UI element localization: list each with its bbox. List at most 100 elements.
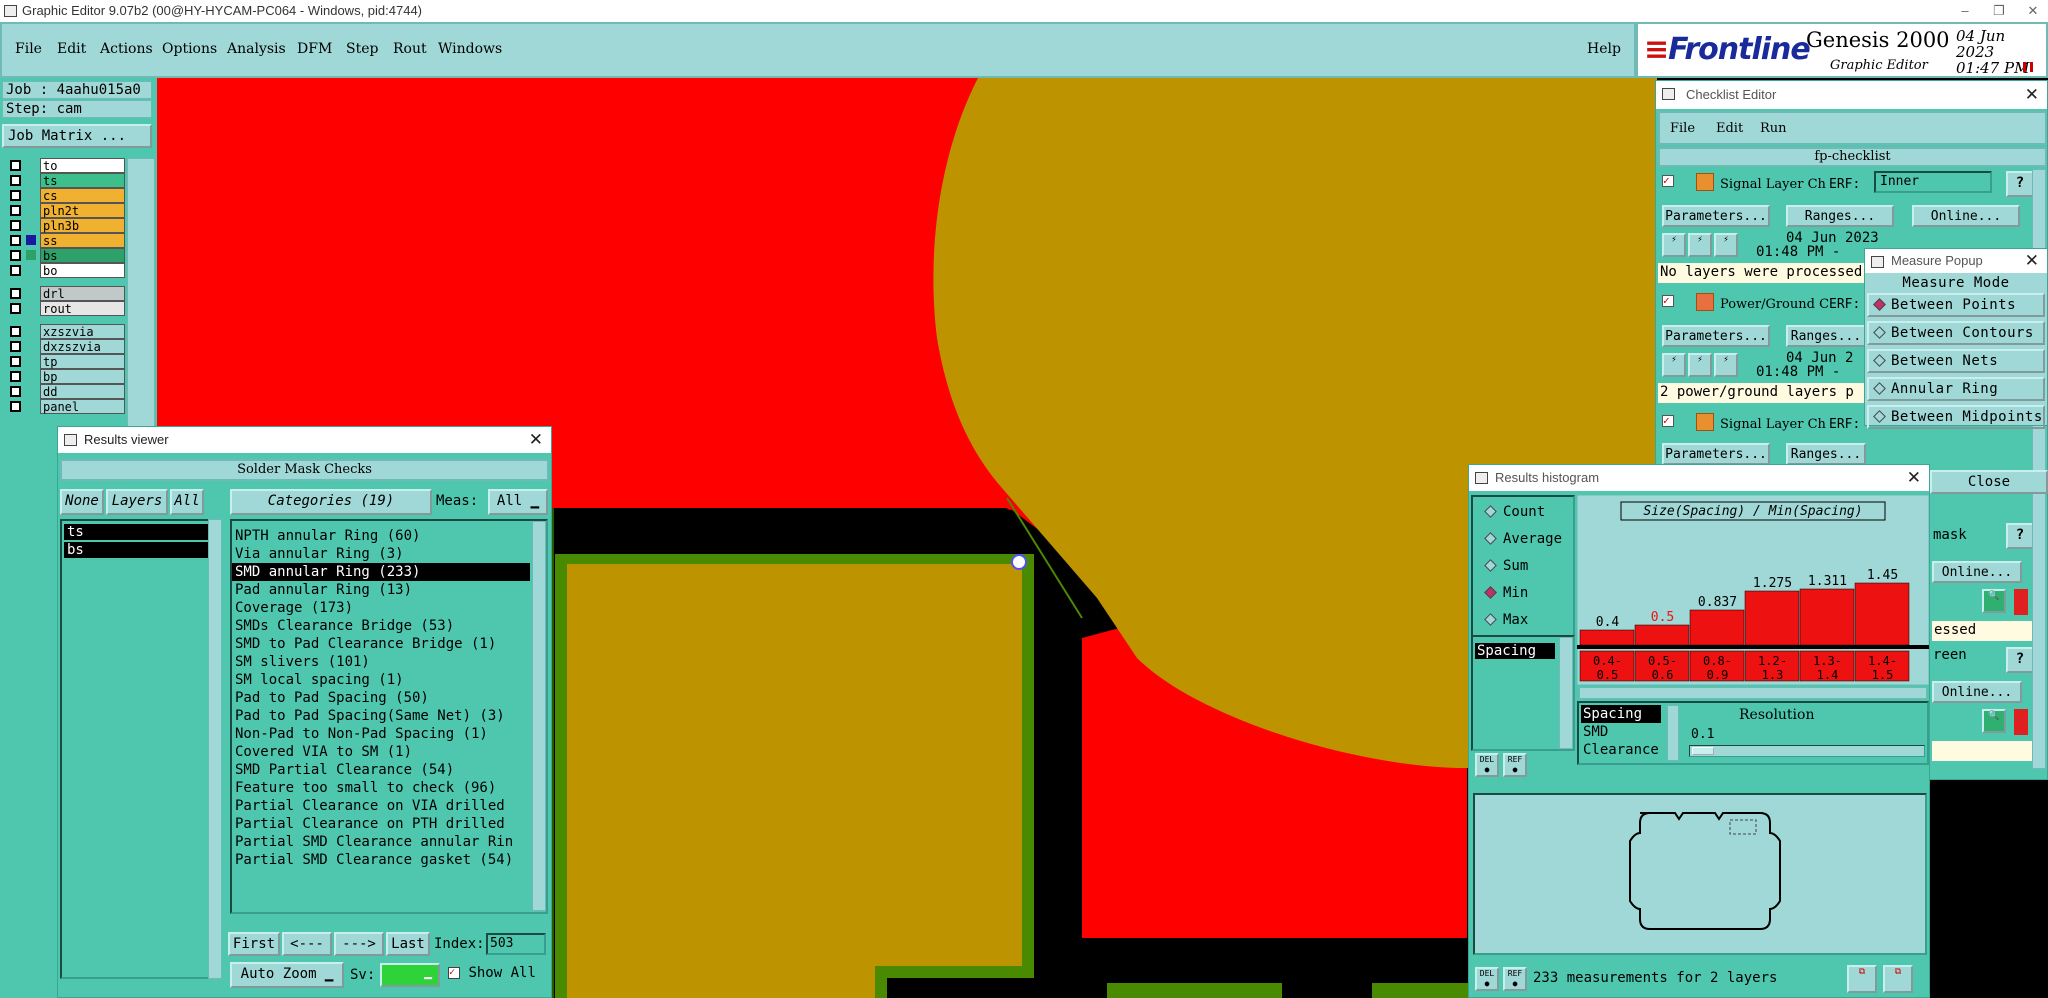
layer-name[interactable]: ts — [40, 173, 125, 188]
category-item[interactable]: Non-Pad to Non-Pad Spacing (1) — [232, 725, 546, 743]
all-button[interactable]: All — [170, 489, 204, 515]
run-icon[interactable]: ⚡ — [1662, 353, 1686, 377]
show-all-toggle[interactable]: ✓ Show All — [448, 965, 548, 987]
layer-affected-indicator[interactable] — [26, 235, 36, 245]
layer-affected-indicator[interactable] — [26, 205, 36, 215]
index-input[interactable]: 503 — [486, 933, 546, 955]
layer-affected-indicator[interactable] — [26, 288, 36, 298]
layer-affected-indicator[interactable] — [26, 386, 36, 396]
checklist-menu-run[interactable]: Run — [1760, 121, 1787, 136]
run-icon[interactable]: ⚡ — [1714, 233, 1738, 257]
mode-between-nets[interactable]: Between Nets — [1867, 349, 2045, 373]
layer-row-ss[interactable]: ss — [2, 233, 128, 248]
run-icon[interactable]: ⚡ — [1714, 353, 1738, 377]
categories-scrollbar[interactable] — [532, 521, 546, 911]
ranges-button[interactable]: Ranges... — [1786, 443, 1866, 465]
category-item[interactable]: Pad to Pad Spacing (50) — [232, 689, 546, 707]
histogram-bar[interactable] — [1854, 582, 1910, 646]
layer-affected-indicator[interactable] — [26, 303, 36, 313]
layer-affected-indicator[interactable] — [26, 356, 36, 366]
layer-name[interactable]: dd — [40, 384, 125, 399]
histogram-bar[interactable] — [1689, 609, 1745, 646]
list-item[interactable]: bs — [64, 542, 212, 558]
category-item[interactable]: SMDs Clearance Bridge (53) — [232, 617, 546, 635]
layer-row-dd[interactable]: dd — [2, 384, 128, 399]
menu-help[interactable]: Help — [1587, 41, 1621, 57]
mode-between-points[interactable]: Between Points — [1867, 293, 2045, 317]
run-icon[interactable]: ⚡ — [1688, 353, 1712, 377]
layer-checkbox[interactable] — [10, 371, 21, 382]
menu-options[interactable]: Options — [162, 41, 217, 57]
layer-name[interactable]: bo — [40, 263, 125, 278]
layers-button[interactable]: Layers — [106, 489, 168, 515]
menu-analysis[interactable]: Analysis — [227, 41, 286, 57]
online-button[interactable]: Online... — [1932, 681, 2022, 703]
layer-name[interactable]: ss — [40, 233, 125, 248]
layer-name[interactable]: pln2t — [40, 203, 125, 218]
category-item[interactable]: Feature too small to check (96) — [232, 779, 546, 797]
layer-row-tp[interactable]: tp — [2, 354, 128, 369]
layer-checkbox[interactable] — [10, 265, 21, 276]
menu-edit[interactable]: Edit — [57, 41, 86, 57]
layer-affected-indicator[interactable] — [26, 371, 36, 381]
layer-name[interactable]: drl — [40, 286, 125, 301]
category-item[interactable]: Pad to Pad Spacing(Same Net) (3) — [232, 707, 546, 725]
layer-checkbox[interactable] — [10, 288, 21, 299]
category-item[interactable]: Partial SMD Clearance gasket (54) — [232, 851, 546, 869]
layer-row-bs[interactable]: bs — [2, 248, 128, 263]
layer-name[interactable]: to — [40, 158, 125, 173]
stat-count[interactable]: Count — [1483, 503, 1545, 521]
category-item[interactable]: Partial Clearance on PTH drilled — [232, 815, 546, 833]
category-item[interactable]: Coverage (173) — [232, 599, 546, 617]
item-checkbox[interactable]: ✓ — [1662, 415, 1674, 427]
layer-checkbox[interactable] — [10, 386, 21, 397]
histogram-bar[interactable] — [1634, 624, 1690, 646]
job-matrix-button[interactable]: Job Matrix ... — [2, 124, 152, 148]
layer-affected-indicator[interactable] — [26, 326, 36, 336]
zoom-home-icon[interactable]: ⧉ — [1883, 965, 1913, 993]
category-item[interactable]: SMD Partial Clearance (54) — [232, 761, 546, 779]
menu-actions[interactable]: Actions — [100, 41, 153, 57]
del-button[interactable]: DEL ● — [1475, 753, 1499, 777]
layer-affected-indicator[interactable] — [26, 160, 36, 170]
layer-name[interactable]: bs — [40, 248, 125, 263]
layer-checkbox[interactable] — [10, 190, 21, 201]
category-item[interactable]: SM slivers (101) — [232, 653, 546, 671]
layer-checkbox[interactable] — [10, 250, 21, 261]
close-icon[interactable]: ✕ — [2025, 81, 2039, 109]
menu-windows[interactable]: Windows — [438, 41, 502, 57]
category-item[interactable]: SMD to Pad Clearance Bridge (1) — [232, 635, 546, 653]
layer-affected-indicator[interactable] — [26, 190, 36, 200]
ranges-button[interactable]: Ranges... — [1786, 325, 1866, 347]
histogram-bar[interactable] — [1744, 590, 1800, 646]
histogram-hscrollbar[interactable] — [1579, 687, 1927, 699]
layer-affected-indicator[interactable] — [26, 401, 36, 411]
measure-list-scrollbar[interactable] — [1559, 637, 1573, 749]
layer-checkbox[interactable] — [10, 205, 21, 216]
stat-min[interactable]: Min — [1483, 584, 1528, 602]
none-button[interactable]: None — [60, 489, 104, 515]
category-item[interactable]: SMD annular Ring (233) — [232, 563, 530, 581]
measure-type-list[interactable]: Spacing SMD Clearance — [1581, 705, 1667, 761]
list-item[interactable]: Clearance — [1581, 741, 1667, 759]
close-window-button[interactable]: ✕ — [2018, 0, 2048, 22]
checklist-menu-file[interactable]: File — [1670, 121, 1695, 136]
ref-button[interactable]: REF ● — [1503, 753, 1527, 777]
category-item[interactable]: Pad annular Ring (13) — [232, 581, 546, 599]
layer-name[interactable]: tp — [40, 354, 125, 369]
category-item[interactable]: SM local spacing (1) — [232, 671, 546, 689]
layer-checkbox[interactable] — [10, 160, 21, 171]
layer-affected-indicator[interactable] — [26, 220, 36, 230]
menu-file[interactable]: File — [15, 41, 42, 57]
layer-name[interactable]: dxzszvia — [40, 339, 125, 354]
zoom-fit-icon[interactable]: ⧉ — [1847, 965, 1877, 993]
item-checkbox[interactable]: ✓ — [1662, 295, 1674, 307]
check-label[interactable]: Power/Ground C — [1720, 297, 1829, 312]
del-button[interactable]: DEL ● — [1475, 967, 1499, 991]
stat-max[interactable]: Max — [1483, 611, 1528, 629]
help-button[interactable]: ? — [2006, 523, 2034, 549]
first-button[interactable]: First — [228, 932, 280, 956]
ranges-button[interactable]: Ranges... — [1786, 205, 1894, 227]
zoom-icon[interactable]: 🔍 — [1982, 709, 2006, 733]
auto-zoom-select[interactable]: Auto Zoom ▁ — [230, 962, 344, 988]
